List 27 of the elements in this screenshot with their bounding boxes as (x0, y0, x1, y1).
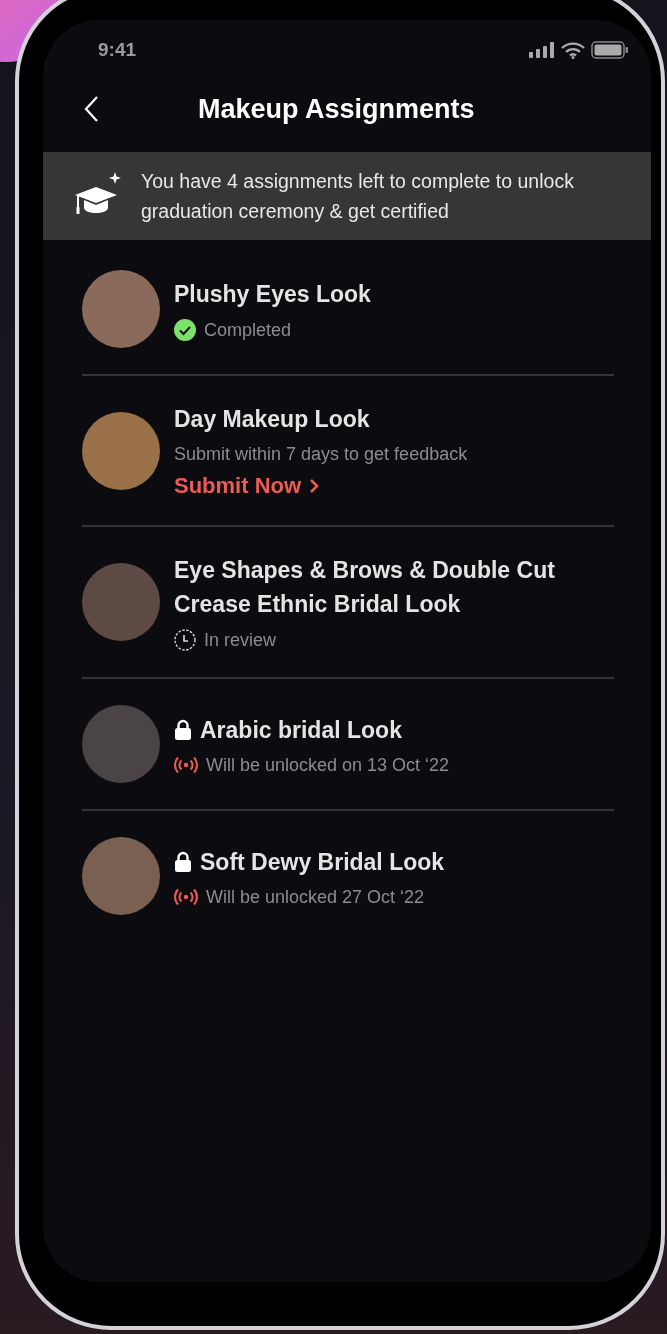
assignment-status: Will be unlocked on 13 Oct ‘22 (206, 754, 450, 776)
assignment-item[interactable]: Plushy Eyes Look Completed (82, 240, 614, 374)
assignment-title: Day Makeup Look (174, 405, 370, 434)
assignment-status: Submit within 7 days to get feedback (174, 444, 468, 465)
assignment-item[interactable]: Arabic bridal Look Will be unlocked on 13 Oct ‘22 (82, 677, 614, 809)
page-title: Makeup Assignments (198, 93, 475, 125)
wifi-icon (561, 41, 585, 59)
assignment-title: Eye Shapes & Brows & Double Cut Crease Ethnic Bridal Look (174, 556, 556, 619)
battery-icon (591, 41, 629, 59)
assignment-status: Will be unlocked 27 Oct ‘22 (206, 886, 425, 908)
assignment-item[interactable]: Day Makeup Look Submit within 7 days to get feedback Submit Now (82, 374, 614, 525)
check-circle-icon (174, 319, 196, 341)
assignment-item[interactable]: Soft Dewy Bridal Look Will be unlocked 27 Oct ‘22 (82, 809, 614, 941)
assignment-title: Plushy Eyes Look (174, 280, 371, 309)
banner-text: You have 4 assignments left to complete to unlock graduation ceremony & get certified (141, 169, 575, 224)
broadcast-icon (174, 756, 198, 774)
signal-icon (529, 42, 555, 58)
assignment-status: In review (204, 629, 277, 651)
assignment-title: Arabic bridal Look (200, 715, 402, 745)
chevron-right-icon (309, 478, 320, 494)
assignment-status: Completed (204, 319, 292, 341)
assignment-item[interactable]: Eye Shapes & Brows & Double Cut Crease Ethnic Bridal Look In review (82, 525, 614, 677)
status-time: 9:41 (98, 39, 137, 61)
submit-link[interactable]: Submit Now (174, 473, 468, 499)
clock-icon (174, 629, 196, 651)
assignment-title: Soft Dewy Bridal Look (200, 847, 445, 877)
broadcast-icon (174, 888, 198, 906)
